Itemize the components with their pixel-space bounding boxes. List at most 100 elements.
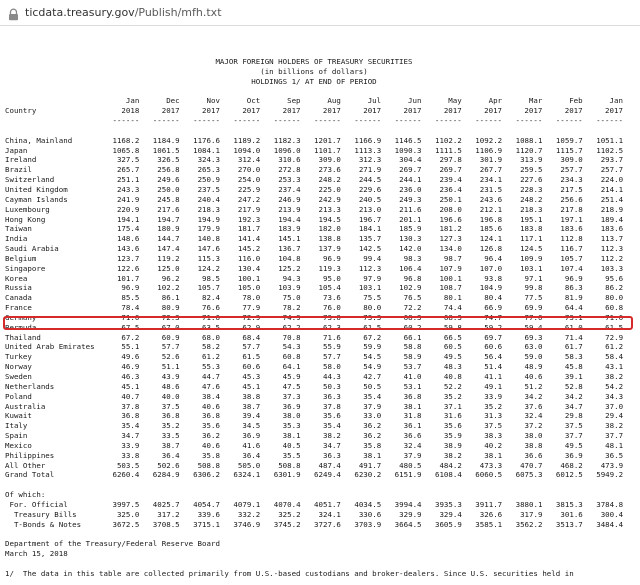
- table-cell: 103.9: [260, 283, 301, 293]
- table-row: Italy 35.4 35.2 35.6 34.5 35.3 35.4 36.2…: [5, 421, 623, 430]
- table-cell: 98.7: [421, 253, 462, 263]
- row-label: Spain: [5, 431, 100, 441]
- table-cell: 293.7: [582, 155, 624, 165]
- table-cell: 329.4: [421, 509, 462, 519]
- table-cell: 29.4: [582, 411, 624, 421]
- table-cell: 1084.1: [179, 145, 220, 155]
- table-cell: 115.3: [179, 253, 220, 263]
- table-row: Thailand 67.2 60.9 68.0 68.4 70.8 71.6 6…: [5, 333, 623, 342]
- table-row: Switzerland 251.1 249.6 250.9 254.0 253.…: [5, 175, 623, 184]
- table-row: T-Bonds & Notes 3672.5 3708.5 3715.1 374…: [5, 520, 623, 529]
- table-cell: 312.3: [340, 155, 382, 165]
- table-cell: 1201.7: [300, 135, 341, 145]
- table-cell: 72.2: [381, 303, 422, 313]
- table-cell: 96.8: [381, 273, 422, 283]
- table-cell: 242.9: [300, 194, 341, 204]
- table-cell: 123.7: [99, 253, 140, 263]
- table-row: Norway 46.9 51.1 55.3 60.6 64.1 58.0 54.…: [5, 362, 623, 371]
- table-cell: 51.1: [139, 362, 180, 372]
- table-cell: 36.3: [300, 450, 341, 460]
- table-cell: 194.7: [139, 214, 180, 224]
- table-cell: 34.7: [99, 431, 140, 441]
- table-cell: 35.4: [300, 421, 341, 431]
- table-cell: 32.4: [381, 440, 422, 450]
- table-cell: 101.7: [99, 273, 140, 283]
- table-cell: 41.1: [461, 372, 503, 381]
- table-cell: 218.3: [502, 204, 543, 214]
- table-cell: 41.0: [381, 372, 422, 381]
- table-cell: 60.6: [219, 362, 261, 372]
- table-row: Grand Total 6260.4 6284.9 6306.2 6324.1 …: [5, 470, 623, 479]
- table-cell: 38.8: [502, 440, 543, 450]
- table-cell: 105.4: [300, 283, 341, 293]
- table-cell: 183.6: [542, 224, 583, 234]
- table-cell: 5949.2: [582, 470, 624, 480]
- row-label: Belgium: [5, 253, 100, 263]
- table-cell: 196.6: [421, 214, 462, 224]
- table-cell: 273.6: [300, 165, 341, 175]
- table-cell: 240.5: [340, 194, 382, 204]
- table-cell: 502.6: [139, 460, 180, 470]
- table-cell: 45.3: [219, 372, 261, 381]
- table-cell: 250.9: [179, 175, 220, 185]
- table-cell: 80.9: [139, 303, 180, 313]
- table-cell: 40.7: [99, 391, 140, 401]
- table-cell: 194.1: [99, 214, 140, 224]
- table-cell: 37.7: [582, 431, 624, 441]
- table-cell: 183.6: [582, 224, 624, 234]
- row-label: Ireland: [5, 155, 100, 165]
- table-cell: 325.0: [99, 509, 140, 519]
- table-cell: 6012.5: [542, 470, 583, 480]
- table-cell: 1168.2: [99, 135, 140, 145]
- table-cell: 234.3: [542, 175, 583, 185]
- address-bar[interactable]: ticdata.treasury.gov/Publish/mfh.txt: [0, 0, 640, 26]
- table-cell: 225.9: [219, 184, 261, 194]
- table-cell: 35.2: [139, 421, 180, 431]
- table-cell: 96.9: [99, 283, 140, 293]
- table-cell: 36.6: [502, 450, 543, 460]
- table-cell: 246.9: [260, 194, 301, 204]
- table-cell: 36.4: [139, 450, 180, 460]
- table-cell: 1106.9: [461, 145, 503, 155]
- table-cell: 38.7: [139, 440, 180, 450]
- table-cell: 112.3: [340, 263, 382, 273]
- table-row: For. Official 3997.5 4025.7 4054.7 4079.…: [5, 500, 623, 509]
- table-cell: 29.8: [542, 411, 583, 421]
- table-cell: 243.6: [461, 194, 503, 204]
- table-row: Singapore 122.6 125.0 124.2 130.4 125.2 …: [5, 264, 623, 273]
- table-cell: 49.5: [542, 440, 583, 450]
- table-cell: 470.7: [502, 460, 543, 470]
- table-cell: 105.0: [219, 283, 261, 293]
- table-cell: 310.6: [260, 155, 301, 165]
- table-cell: 63.0: [502, 342, 543, 352]
- table-cell: 36.8: [381, 391, 422, 401]
- table-cell: 248.2: [502, 194, 543, 204]
- url-text[interactable]: ticdata.treasury.gov/Publish/mfh.txt: [25, 6, 222, 19]
- table-cell: 36.9: [542, 450, 583, 460]
- table-cell: 1059.7: [542, 135, 583, 145]
- row-label: India: [5, 234, 100, 244]
- table-cell: 44.7: [179, 372, 220, 381]
- table-cell: 1061.5: [139, 145, 180, 155]
- table-cell: 183.8: [502, 224, 543, 234]
- table-cell: 224.0: [582, 175, 624, 185]
- table-cell: 304.4: [381, 155, 422, 165]
- table-cell: 250.0: [139, 184, 180, 194]
- table-cell: 51.4: [461, 362, 503, 372]
- table-cell: 112.2: [582, 253, 624, 263]
- report-title-line: MAJOR FOREIGN HOLDERS OF TREASURY SECURI…: [5, 57, 413, 66]
- table-cell: 60.9: [139, 332, 180, 342]
- table-row: Hong Kong 194.1 194.7 194.9 192.3 194.4 …: [5, 215, 623, 224]
- table-cell: 58.0: [300, 362, 341, 372]
- table-cell: 1090.3: [381, 145, 422, 155]
- table-cell: 37.6: [502, 401, 543, 411]
- row-label: Turkey: [5, 352, 100, 362]
- row-label: T-Bonds & Notes: [5, 519, 100, 529]
- row-label: Italy: [5, 421, 100, 431]
- table-cell: 36.9: [260, 401, 301, 411]
- table-cell: 64.4: [542, 303, 583, 313]
- table-cell: 265.7: [99, 165, 140, 175]
- table-row: Ireland 327.5 326.5 324.3 312.4 310.6 30…: [5, 155, 623, 164]
- table-cell: 38.2: [421, 450, 462, 460]
- table-cell: 38.7: [219, 401, 261, 411]
